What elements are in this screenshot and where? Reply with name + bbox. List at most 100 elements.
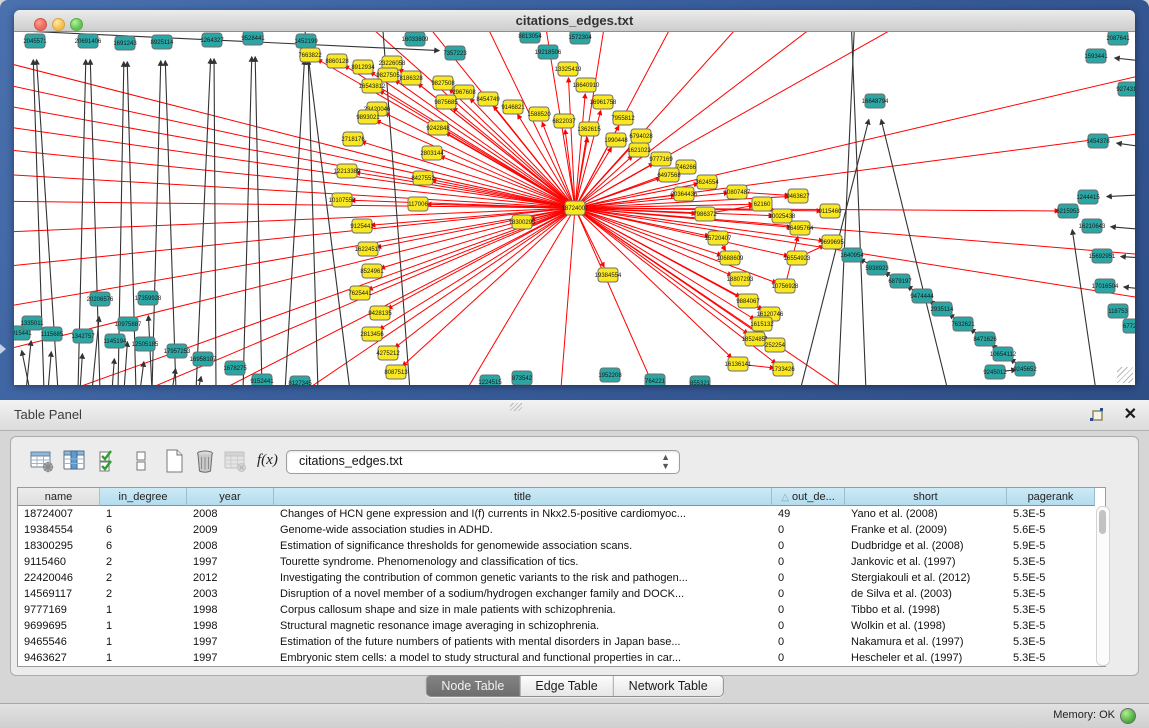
table-row[interactable]: 969969511998Structural magnetic resonanc… [18,618,1105,634]
table-cell: 2 [100,570,187,586]
graph-node-label: 6822037 [552,119,576,125]
graph-node-label: 3915441 [14,331,32,337]
graph-node-label: 1572304 [568,35,592,41]
graph-node-label: 9146821 [501,105,525,111]
table-cell: 1997 [187,650,274,666]
graph-edge [460,208,575,385]
graph-node-label: 16554923 [784,256,811,262]
table-row[interactable]: 1938455462009Genome-wide association stu… [18,522,1105,538]
graph-node-label: 10107552 [329,198,356,204]
graph-node-label: 9428135 [368,311,392,317]
table-settings-icon[interactable] [29,448,55,474]
graph-node-label: 1691243 [113,41,137,47]
float-panel-icon[interactable] [1089,406,1107,424]
table-row[interactable]: 1872400712008Changes of HCN gene express… [18,506,1105,522]
table-row[interactable]: 1456911722003Disruption of a novel membe… [18,586,1105,602]
table-selector-dropdown[interactable]: citations_edges.txt ▲▼ [286,450,680,474]
network-canvas[interactable]: 1872400776638228860128891293423226058982… [14,32,1135,385]
select-all-icon[interactable] [96,448,122,474]
table-scrollbar[interactable] [1096,506,1110,666]
table-cell: 1 [100,602,187,618]
graph-node-label: 16033809 [402,37,429,43]
window-resize-grip[interactable] [1117,367,1133,383]
delete-column-icon[interactable] [192,448,218,474]
table-cell: 1 [100,634,187,650]
column-header-in_degree[interactable]: in_degree [100,488,187,506]
graph-node-label: 1342757 [71,334,95,340]
table-cell: Genome-wide association studies in ADHD. [274,522,772,538]
table-row[interactable]: 2242004622012Investigating the contribut… [18,570,1105,586]
table-cell: 2003 [187,586,274,602]
graph-node-label: 6497568 [657,173,681,179]
table-cell: 9465546 [18,634,100,650]
graph-edge [1107,194,1135,197]
graph-node-label: 5938923 [865,266,889,272]
table-type-tabs: Node TableEdge TableNetwork Table [425,675,723,697]
panel-collapse-handle[interactable] [0,344,6,354]
function-builder-icon[interactable]: f(x) [257,452,278,469]
new-column-icon[interactable] [161,448,187,474]
table-row[interactable]: 977716911998Corpus callosum shape and si… [18,602,1105,618]
column-header-short[interactable]: short [845,488,1007,506]
network-window: citations_edges.txt 18724007766382288601… [14,10,1135,384]
graph-node-label: 8813054 [518,34,542,40]
tab-network-table[interactable]: Network Table [614,676,723,696]
table-cell: 22420046 [18,570,100,586]
table-scrollbar-thumb[interactable] [1099,510,1106,534]
show-columns-icon[interactable] [61,448,87,474]
table-cell: 14569117 [18,586,100,602]
graph-node-label: 6794028 [629,134,653,140]
column-header-pagerank[interactable]: pagerank [1007,488,1095,506]
graph-node-label: 12213389 [334,169,361,175]
graph-edge [165,61,176,385]
graph-node-label: 15692951 [1089,254,1116,260]
table-panel-header: Table Panel ✕ [0,400,1149,431]
graph-node-label: 764221 [645,379,666,385]
table-cell: 5.9E-5 [1007,538,1095,554]
column-header-year[interactable]: year [187,488,274,506]
table-cell: 1 [100,650,187,666]
table-row[interactable]: 946362711997Embryonic stem cells: a mode… [18,650,1105,666]
table-cell: Jankovic et al. (1997) [845,554,1007,570]
graph-node-label: 18300295 [509,220,536,226]
unselect-all-icon[interactable] [128,448,154,474]
graph-node-label: 2045571 [23,39,47,45]
table-row[interactable]: 1830029562008Estimation of significance … [18,538,1105,554]
graph-edge [380,208,575,329]
graph-node-label: 1615132 [750,322,774,328]
table-cell: 5.3E-5 [1007,506,1095,522]
column-header-title[interactable]: title [274,488,772,506]
table-cell: 5.3E-5 [1007,650,1095,666]
graph-node-label: 1593441 [1084,54,1108,60]
memory-status-icon[interactable] [1120,708,1136,724]
table-cell: 0 [772,554,845,570]
table-row[interactable]: 911546021997Tourette syndrome. Phenomeno… [18,554,1105,570]
column-header-out_de[interactable]: △ out_de... [772,488,845,506]
column-header-name[interactable]: name [18,488,100,506]
graph-node-label: 16210643 [1079,224,1106,230]
network-window-titlebar[interactable]: citations_edges.txt [14,10,1135,32]
close-icon[interactable]: ✕ [1124,404,1137,424]
tab-edge-table[interactable]: Edge Table [520,676,613,696]
graph-node-label: 3624554 [695,180,719,186]
splitter-grip[interactable] [510,403,522,411]
table-row[interactable]: 946554611997Estimation of the future num… [18,634,1105,650]
table-cell: Investigating the contribution of common… [274,570,772,586]
graph-node-label: 62160 [754,202,771,208]
citation-network-graph[interactable]: 1872400776638228860128891293423226058982… [14,32,1135,385]
graph-node-label: 7632621 [951,322,975,328]
graph-node-label: 1952208 [598,373,622,379]
table-cell: 5.6E-5 [1007,522,1095,538]
graph-node-label: 20206576 [87,297,114,303]
graph-edge [48,352,51,385]
table-cell: 2008 [187,538,274,554]
graph-node-label: 873542 [512,376,533,382]
graph-node-label: 1362615 [577,127,601,133]
graph-node-label: 17359928 [135,296,162,302]
graph-node-label: 9115460 [819,209,843,215]
tab-node-table[interactable]: Node Table [426,676,520,696]
table-cell: 49 [772,506,845,522]
graph-node-label: 10975887 [115,322,142,328]
graph-node-label: 1678275 [223,366,247,372]
graph-node-label: 1454378 [1086,139,1110,145]
